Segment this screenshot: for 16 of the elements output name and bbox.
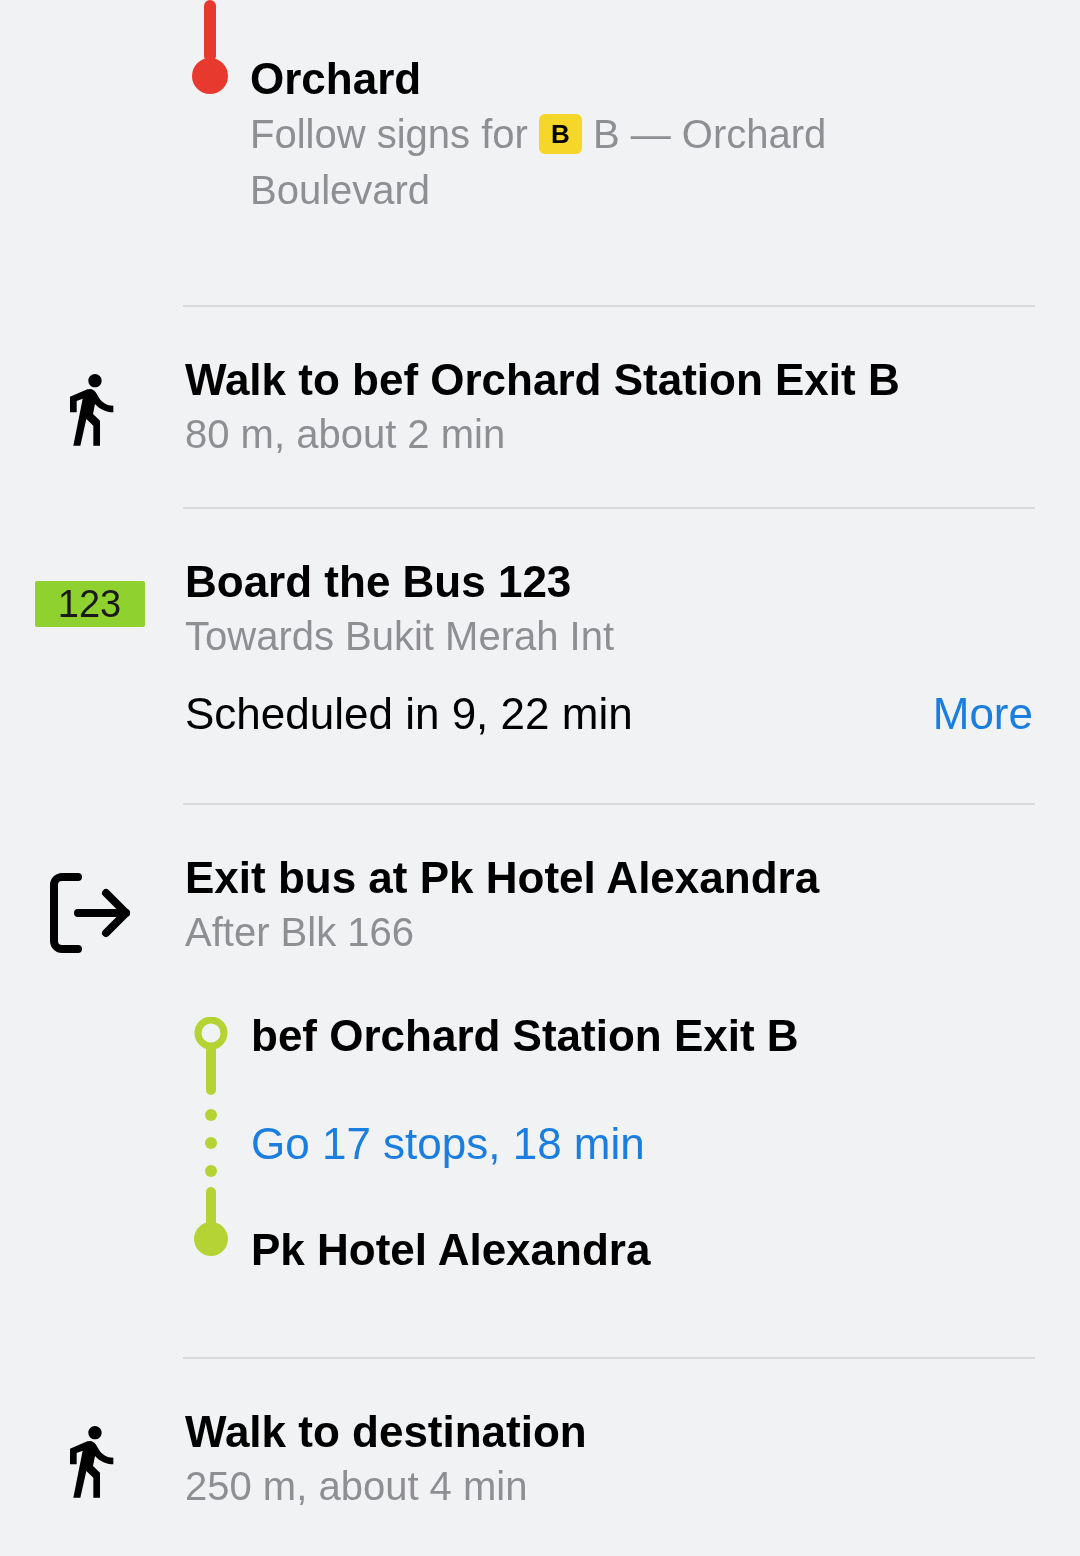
step-title: Board the Bus 123	[185, 556, 573, 608]
step-subtitle: 80 m, about 2 min	[185, 411, 507, 458]
more-link[interactable]: More	[932, 687, 1033, 741]
stop-name: Orchard	[250, 53, 423, 105]
schedule-text: Scheduled in 9, 22 min	[185, 688, 633, 740]
bus-route-badge: 123	[34, 581, 145, 627]
step-title: Exit bus at Pk Hotel Alexandra	[185, 852, 821, 904]
step-title: Walk to bef Orchard Station Exit B	[185, 354, 901, 406]
stop-name: Pk Hotel Alexandra	[251, 1224, 652, 1276]
stop-name: bef Orchard Station Exit B	[251, 1010, 799, 1062]
step-subtitle: Towards Bukit Merah Int	[185, 613, 616, 660]
ride-stops-link[interactable]: Go 17 stops, 18 min	[251, 1117, 799, 1171]
stop-directions: Follow signs for B B — Orchard Boulevard	[250, 111, 828, 214]
step-title: Walk to destination	[185, 1406, 588, 1458]
step-subtitle: 250 m, about 4 min	[185, 1463, 529, 1510]
step-subtitle: After Blk 166	[185, 909, 415, 956]
